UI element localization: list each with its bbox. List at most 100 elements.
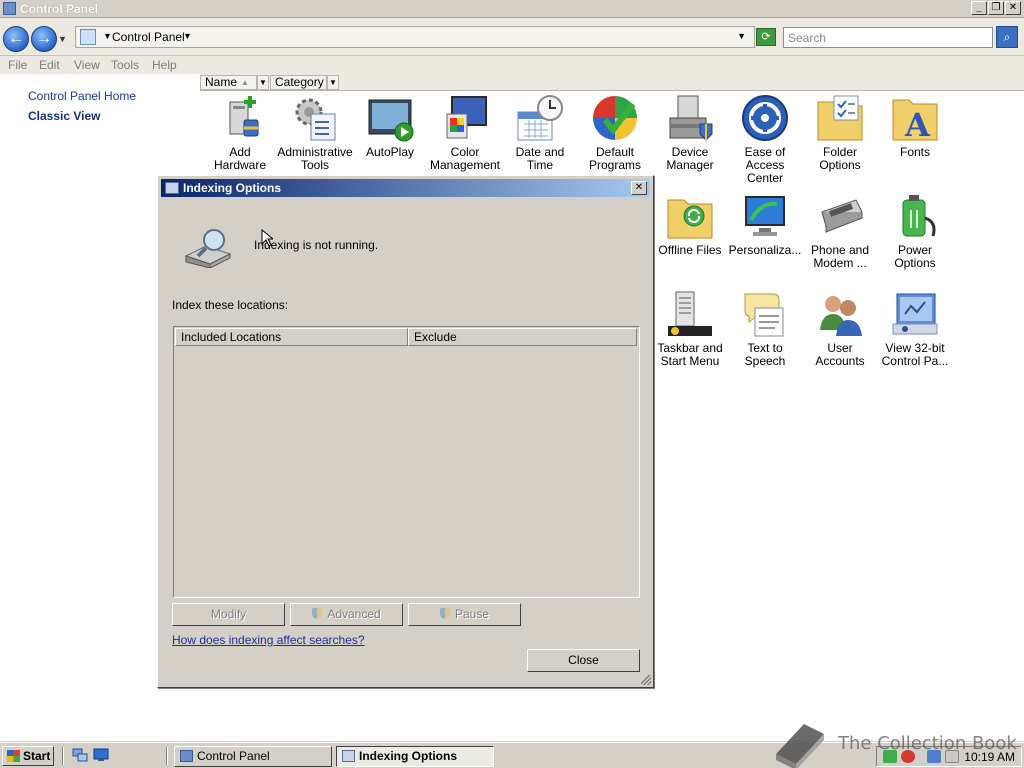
- search-input[interactable]: Search: [783, 27, 993, 48]
- column-exclude[interactable]: Exclude: [408, 328, 637, 346]
- color-management-icon: [441, 94, 489, 142]
- close-button[interactable]: Close: [527, 649, 640, 672]
- search-icon[interactable]: ⌕: [996, 26, 1018, 48]
- address-history-dropdown[interactable]: ▼: [737, 31, 746, 41]
- color-management-item[interactable]: Color Management: [427, 94, 503, 172]
- indexing-help-link[interactable]: How does indexing affect searches?: [172, 633, 365, 647]
- control-panel-home-link[interactable]: Control Panel Home: [28, 89, 136, 103]
- resize-grip[interactable]: [641, 675, 651, 685]
- icon-label: Text to Speech: [744, 341, 786, 368]
- address-location[interactable]: Control Panel: [112, 30, 185, 44]
- locations-list[interactable]: Included Locations Exclude: [173, 326, 640, 598]
- control-panel-icon: [80, 29, 96, 45]
- icon-label: Taskbar and Start Menu: [657, 341, 723, 368]
- column-included-locations[interactable]: Included Locations: [175, 328, 408, 346]
- offline-files-item[interactable]: Offline Files: [652, 192, 728, 257]
- restore-button[interactable]: ❐: [988, 1, 1004, 15]
- menu-view[interactable]: View: [74, 58, 100, 72]
- icon-label: Personaliza...: [728, 243, 802, 257]
- column-header: Name ▲ ▼ Category ▼: [200, 74, 1024, 91]
- power-options-icon: [891, 192, 939, 240]
- dialog-close-icon[interactable]: ✕: [631, 181, 647, 195]
- icon-label: Color Management: [429, 145, 501, 172]
- date-time-icon: [516, 94, 564, 142]
- classic-view-link[interactable]: Classic View: [28, 109, 101, 123]
- taskbar-separator: [166, 747, 168, 765]
- watermark-text: The Collection Book: [838, 733, 1017, 754]
- advanced-button-label: Advanced: [327, 607, 381, 621]
- icon-label: AutoPlay: [365, 145, 415, 159]
- personalization-item[interactable]: Personaliza...: [727, 192, 803, 257]
- taskbar-start-menu-item[interactable]: Taskbar and Start Menu: [652, 290, 728, 368]
- show-desktop-icon[interactable]: [93, 748, 109, 762]
- phone-modem-item[interactable]: Phone and Modem ...: [802, 192, 878, 270]
- chevron-down-icon[interactable]: ▼: [103, 31, 112, 41]
- default-programs-icon: [591, 94, 639, 142]
- back-button[interactable]: ←: [3, 26, 29, 52]
- column-name-filter[interactable]: ▼: [257, 75, 269, 90]
- fonts-item[interactable]: A Fonts: [877, 94, 953, 159]
- device-manager-item[interactable]: Device Manager: [652, 94, 728, 172]
- column-category[interactable]: Category: [270, 75, 327, 90]
- phone-modem-icon: [816, 192, 864, 240]
- indexing-icon: [165, 182, 179, 194]
- ease-of-access-item[interactable]: Ease of Access Center: [727, 94, 803, 185]
- add-hardware-item[interactable]: Add Hardware: [202, 94, 278, 172]
- menu-tools[interactable]: Tools: [111, 58, 139, 72]
- start-button[interactable]: Start: [2, 746, 54, 766]
- menu-help[interactable]: Help: [152, 58, 177, 72]
- column-category-filter[interactable]: ▼: [327, 75, 339, 90]
- default-programs-item[interactable]: Default Programs: [577, 94, 653, 172]
- advanced-button[interactable]: Advanced: [290, 603, 403, 626]
- taskbar-control-panel[interactable]: Control Panel: [174, 746, 332, 767]
- windows-logo-icon: [7, 750, 20, 762]
- close-window-button[interactable]: ✕: [1005, 1, 1021, 15]
- menu-file[interactable]: File: [8, 58, 27, 72]
- icon-label: Add Hardware: [213, 145, 267, 172]
- icon-label: Fonts: [899, 145, 930, 159]
- administrative-tools-item[interactable]: Administrative Tools: [277, 94, 353, 172]
- window-title: Control Panel: [20, 2, 99, 16]
- control-panel-icon: [180, 750, 193, 762]
- user-accounts-item[interactable]: User Accounts: [802, 290, 878, 368]
- autoplay-item[interactable]: AutoPlay: [352, 94, 428, 159]
- text-to-speech-item[interactable]: Text to Speech: [727, 290, 803, 368]
- pause-button[interactable]: Pause: [408, 603, 521, 626]
- sort-up-icon: ▲: [241, 78, 249, 87]
- refresh-icon[interactable]: ⟳: [756, 28, 776, 46]
- icon-label: View 32-bit Control Pa...: [881, 341, 949, 368]
- folder-options-icon: [816, 94, 864, 142]
- ease-of-access-icon: [741, 94, 789, 142]
- modify-button[interactable]: Modify: [172, 603, 285, 626]
- pause-button-label: Pause: [454, 607, 490, 621]
- date-time-item[interactable]: Date and Time: [502, 94, 578, 172]
- start-label: Start: [23, 749, 51, 763]
- minimize-button[interactable]: _: [971, 1, 987, 15]
- power-options-item[interactable]: Power Options: [877, 192, 953, 270]
- taskbar-indexing-options[interactable]: Indexing Options: [336, 746, 494, 767]
- taskbar-start-menu-icon: [666, 290, 714, 338]
- recent-pages-dropdown[interactable]: ▼: [58, 34, 67, 44]
- uac-shield-icon: [312, 608, 323, 619]
- view-32bit-control-panel-icon: [891, 290, 939, 338]
- address-bar: ← → ▼ ▼ Control Panel ▼ ▼ ⟳ Search ⌕: [0, 18, 1024, 56]
- forward-button[interactable]: →: [31, 26, 57, 52]
- task-label: Indexing Options: [359, 749, 457, 763]
- address-field[interactable]: ▼ Control Panel ▼ ▼: [75, 26, 755, 48]
- device-manager-icon: [666, 94, 714, 142]
- index-locations-label: Index these locations:: [172, 298, 289, 312]
- folder-options-item[interactable]: Folder Options: [802, 94, 878, 172]
- uac-shield-icon: [439, 608, 450, 619]
- icon-label: Phone and Modem ...: [810, 243, 870, 270]
- window-title-bar: Control Panel _ ❐ ✕: [0, 0, 1024, 18]
- switch-windows-icon[interactable]: [72, 748, 88, 762]
- text-to-speech-icon: [741, 290, 789, 338]
- menu-bar: File Edit View Tools Help: [0, 56, 1024, 74]
- chevron-down-icon[interactable]: ▼: [183, 31, 192, 41]
- view-32bit-control-panel-item[interactable]: View 32-bit Control Pa...: [877, 290, 953, 368]
- control-panel-icon: [3, 2, 16, 15]
- add-hardware-icon: [216, 94, 264, 142]
- icon-label: Folder Options: [819, 145, 861, 172]
- menu-edit[interactable]: Edit: [39, 58, 60, 72]
- column-name[interactable]: Name ▲: [200, 75, 257, 90]
